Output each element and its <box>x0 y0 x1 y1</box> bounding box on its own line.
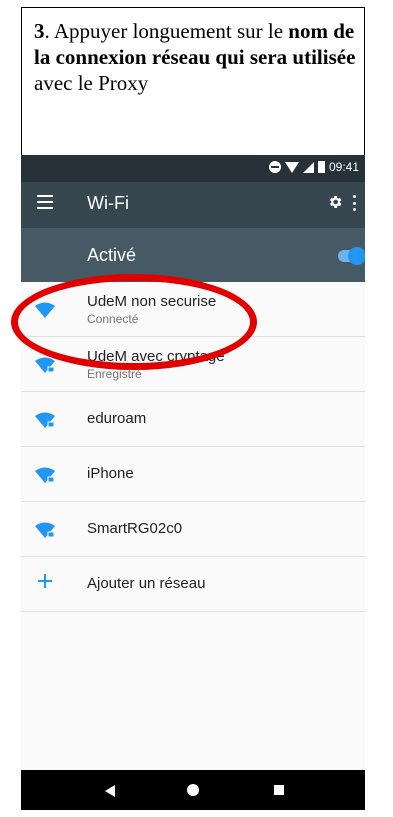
do-not-disturb-icon <box>268 161 281 173</box>
instruction-step: 3 <box>34 19 45 43</box>
add-network-label: Ajouter un réseau <box>87 575 206 592</box>
toggle-thumb <box>348 247 365 265</box>
network-name: SmartRG02c0 <box>87 520 183 537</box>
status-wifi-icon <box>284 161 299 173</box>
wifi-icon <box>35 302 55 318</box>
network-name: UdeM non securise <box>87 293 217 310</box>
more-vert-icon[interactable] <box>353 195 357 211</box>
gear-icon[interactable] <box>327 194 343 210</box>
instruction-box: 3. Appuyer longuement sur le nom de la c… <box>21 7 365 155</box>
network-status: Connecté <box>87 312 139 326</box>
navigation-bar <box>21 770 365 810</box>
network-status: Enregistré <box>87 367 142 381</box>
network-item-eduroam[interactable]: eduroam <box>21 392 365 447</box>
wifi-switch-bar[interactable]: Activé <box>21 228 365 282</box>
plus-icon <box>38 574 52 588</box>
wifi-locked-icon <box>35 522 55 538</box>
battery-icon <box>317 161 325 173</box>
network-item-udem-non-securise[interactable]: UdeM non securise Connecté <box>21 282 365 337</box>
home-icon[interactable] <box>187 784 199 796</box>
status-icons: 09:41 <box>268 160 359 174</box>
network-name: iPhone <box>87 465 134 482</box>
wifi-locked-icon <box>35 412 55 428</box>
network-item-smartrg02c0[interactable]: SmartRG02c0 <box>21 502 365 557</box>
instruction-text-2: avec le Proxy <box>34 71 149 95</box>
instruction-text-1: . Appuyer longuement sur le <box>44 19 289 43</box>
add-network-button[interactable]: Ajouter un réseau <box>21 557 365 612</box>
menu-icon[interactable] <box>37 195 53 209</box>
app-bar: Wi-Fi <box>21 182 365 228</box>
network-item-iphone[interactable]: iPhone <box>21 447 365 502</box>
network-name: UdeM avec cryptage <box>87 348 225 365</box>
signal-icon <box>302 161 314 173</box>
phone-screen: 09:41 Wi-Fi Activé UdeM non securise Con… <box>21 155 365 810</box>
status-time: 09:41 <box>328 160 359 174</box>
wifi-locked-icon <box>35 357 55 373</box>
back-icon[interactable] <box>105 785 115 797</box>
page-title: Wi-Fi <box>87 193 129 213</box>
wifi-toggle[interactable] <box>338 247 365 265</box>
network-list: UdeM non securise Connecté UdeM avec cry… <box>21 282 365 612</box>
network-item-udem-avec-cryptage[interactable]: UdeM avec cryptage Enregistré <box>21 337 365 392</box>
wifi-locked-icon <box>35 467 55 483</box>
recents-icon[interactable] <box>274 785 284 795</box>
network-name: eduroam <box>87 410 147 427</box>
wifi-switch-label: Activé <box>87 245 137 265</box>
status-bar: 09:41 <box>21 155 365 182</box>
